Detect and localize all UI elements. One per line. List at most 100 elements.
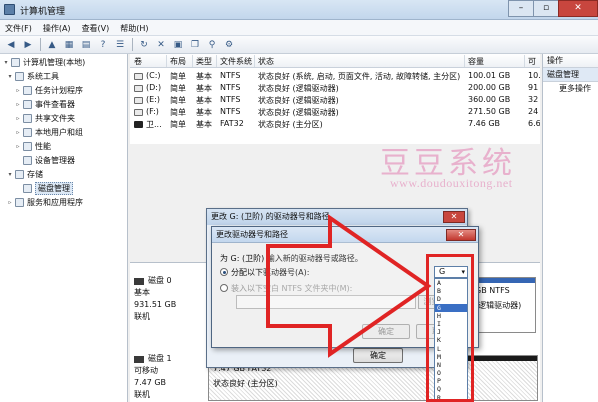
tree-item-services-apps[interactable]: ▹ 服务和应用程序 <box>6 196 83 209</box>
menu-help[interactable]: 帮助(H) <box>115 20 154 35</box>
drive-letter-option[interactable]: M <box>435 353 467 361</box>
forward-icon[interactable]: ▶ <box>21 38 35 52</box>
tree-item-disk-management[interactable]: 磁盘管理 <box>14 182 73 195</box>
delete-icon[interactable]: ✕ <box>154 38 168 52</box>
volume-row[interactable]: 卫... 简单 基本 FAT32 状态良好 (主分区) 7.46 GB 6.69 <box>130 119 540 131</box>
tree-item-task-scheduler[interactable]: ▹ 任务计划程序 <box>14 84 83 97</box>
radio-unselected-icon[interactable] <box>220 284 228 292</box>
drive-letter-option[interactable]: J <box>435 328 467 336</box>
tree-item-event-viewer[interactable]: ▹ 事件查看器 <box>14 98 75 111</box>
column-header-status[interactable]: 状态 <box>258 56 274 67</box>
minimize-button[interactable]: – <box>508 0 534 17</box>
expander-icon[interactable]: ▾ <box>2 59 10 66</box>
menu-action[interactable]: 操作(A) <box>38 20 77 35</box>
tools-icon <box>15 72 24 81</box>
refresh-icon[interactable]: ↻ <box>137 38 151 52</box>
chevron-down-icon[interactable]: ▾ <box>461 267 465 277</box>
drive-letter-option[interactable]: H <box>435 312 467 320</box>
expander-icon[interactable]: ▹ <box>14 101 22 108</box>
open-icon[interactable]: ▣ <box>171 38 185 52</box>
column-header-type[interactable]: 类型 <box>196 56 212 67</box>
copy-icon[interactable]: ❐ <box>188 38 202 52</box>
expander-icon[interactable]: ▾ <box>6 171 14 178</box>
outer-dialog-ok-button[interactable]: 确定 <box>353 348 403 363</box>
drive-letter-option[interactable]: P <box>435 377 467 385</box>
assign-letter-option[interactable]: 分配以下驱动器号(A): <box>220 267 309 278</box>
drive-letter-option[interactable]: I <box>435 320 467 328</box>
expander-icon[interactable]: ▹ <box>14 129 22 136</box>
tree-item-label: 事件查看器 <box>35 100 75 109</box>
inner-dialog-title: 更改驱动器号和路径 <box>212 227 478 243</box>
outer-dialog-close-button[interactable]: ✕ <box>443 211 465 223</box>
list-icon[interactable]: ☰ <box>113 38 127 52</box>
expander-icon[interactable]: ▹ <box>6 199 14 206</box>
ok-button[interactable]: 确定 <box>362 324 410 339</box>
disk-1-info[interactable]: 磁盘 1 可移动 7.47 GB 联机 <box>134 353 204 401</box>
back-icon[interactable]: ◀ <box>4 38 18 52</box>
folder-path-input[interactable] <box>236 295 416 309</box>
disk-state: 联机 <box>134 390 150 399</box>
actions-section-disk-management[interactable]: 磁盘管理 <box>543 68 598 82</box>
tree-item-performance[interactable]: ▹ 性能 <box>14 140 51 153</box>
drive-letter-option[interactable]: R <box>435 394 467 401</box>
expander-icon[interactable]: ▹ <box>14 87 22 94</box>
disk-0-partition[interactable]: GB NTFS (逻辑驱动器) <box>470 277 536 333</box>
volume-filesystem: FAT32 <box>220 119 244 128</box>
menu-view[interactable]: 查看(V) <box>77 20 116 35</box>
outer-dialog-title: 更改 G: (卫阶) 的驱动器号和路径 <box>207 209 467 225</box>
drive-letter-option[interactable]: D <box>435 295 467 303</box>
maximize-button[interactable]: ▫ <box>533 0 559 17</box>
drive-letter-option[interactable]: Q <box>435 385 467 393</box>
disk-0-info[interactable]: 磁盘 0 基本 931.51 GB 联机 <box>134 275 204 323</box>
performance-icon <box>23 142 32 151</box>
drive-letter-option[interactable]: L <box>435 345 467 353</box>
drive-icon <box>134 97 143 104</box>
properties-icon[interactable]: ▤ <box>79 38 93 52</box>
tree-item-computer-management[interactable]: ▾ 计算机管理(本地) <box>2 56 85 69</box>
column-header-filesystem[interactable]: 文件系统 <box>220 56 252 67</box>
volume-name: (E:) <box>146 95 160 104</box>
tree-item-device-manager[interactable]: 设备管理器 <box>14 154 75 167</box>
tree-item-storage[interactable]: ▾ 存储 <box>6 168 43 181</box>
volume-row[interactable]: (D:) 简单 基本 NTFS 状态良好 (逻辑驱动器) 200.00 GB 9… <box>130 83 540 95</box>
drive-letter-option[interactable]: O <box>435 369 467 377</box>
tree-item-shared-folders[interactable]: ▹ 共享文件夹 <box>14 112 75 125</box>
inner-dialog-close-button[interactable]: ✕ <box>446 229 476 241</box>
volume-list-header: 卷 布局 类型 文件系统 状态 容量 可 <box>130 54 540 68</box>
close-window-button[interactable]: ✕ <box>558 0 598 17</box>
column-header-free[interactable]: 可 <box>528 56 536 67</box>
drive-letter-option[interactable]: B <box>435 287 467 295</box>
column-header-layout[interactable]: 布局 <box>170 56 186 67</box>
tree-item-label: 计算机管理(本地) <box>23 58 86 67</box>
volume-capacity: 7.46 GB <box>468 119 501 128</box>
radio-selected-icon[interactable] <box>220 268 228 276</box>
drive-letter-option[interactable]: K <box>435 336 467 344</box>
tree-item-local-users[interactable]: ▹ 本地用户和组 <box>14 126 83 139</box>
tree-item-system-tools[interactable]: ▾ 系统工具 <box>6 70 59 83</box>
mount-folder-option[interactable]: 装入以下空白 NTFS 文件夹中(M): <box>220 283 352 294</box>
more-actions-link[interactable]: 更多操作 <box>543 82 598 96</box>
column-header-capacity[interactable]: 容量 <box>468 56 484 67</box>
drive-letter-option[interactable]: G <box>435 303 467 312</box>
expander-icon[interactable]: ▹ <box>14 143 22 150</box>
volume-free: 10. <box>528 71 540 80</box>
navigation-tree: ▾ 计算机管理(本地) ▾ 系统工具 ▹ 任务计划程序 ▹ 事件查看器 ▹ 共享文件夹 ▹… <box>0 54 128 402</box>
window-controls: – ▫ ✕ <box>508 0 598 17</box>
drive-icon <box>134 73 143 80</box>
column-header-volume[interactable]: 卷 <box>134 56 142 67</box>
tree-item-label: 性能 <box>35 142 51 151</box>
expander-icon[interactable]: ▾ <box>6 73 14 80</box>
volume-row[interactable]: (E:) 简单 基本 NTFS 状态良好 (逻辑驱动器) 360.00 GB 3… <box>130 95 540 107</box>
show-tree-icon[interactable]: ▦ <box>62 38 76 52</box>
settings-icon[interactable]: ⚙ <box>222 38 236 52</box>
help-icon[interactable]: ? <box>96 38 110 52</box>
up-folder-icon[interactable]: ▲ <box>45 38 59 52</box>
search-icon[interactable]: ⚲ <box>205 38 219 52</box>
drive-letter-option[interactable]: A <box>435 279 467 287</box>
volume-row[interactable]: (C:) 简单 基本 NTFS 状态良好 (系统, 启动, 页面文件, 活动, … <box>130 71 540 83</box>
menu-file[interactable]: 文件(F) <box>0 20 38 35</box>
drive-letter-option[interactable]: N <box>435 361 467 369</box>
drive-letter-select[interactable]: G ▾ <box>434 266 468 278</box>
expander-icon[interactable]: ▹ <box>14 115 22 122</box>
volume-row[interactable]: (F:) 简单 基本 NTFS 状态良好 (逻辑驱动器) 271.50 GB 2… <box>130 107 540 119</box>
